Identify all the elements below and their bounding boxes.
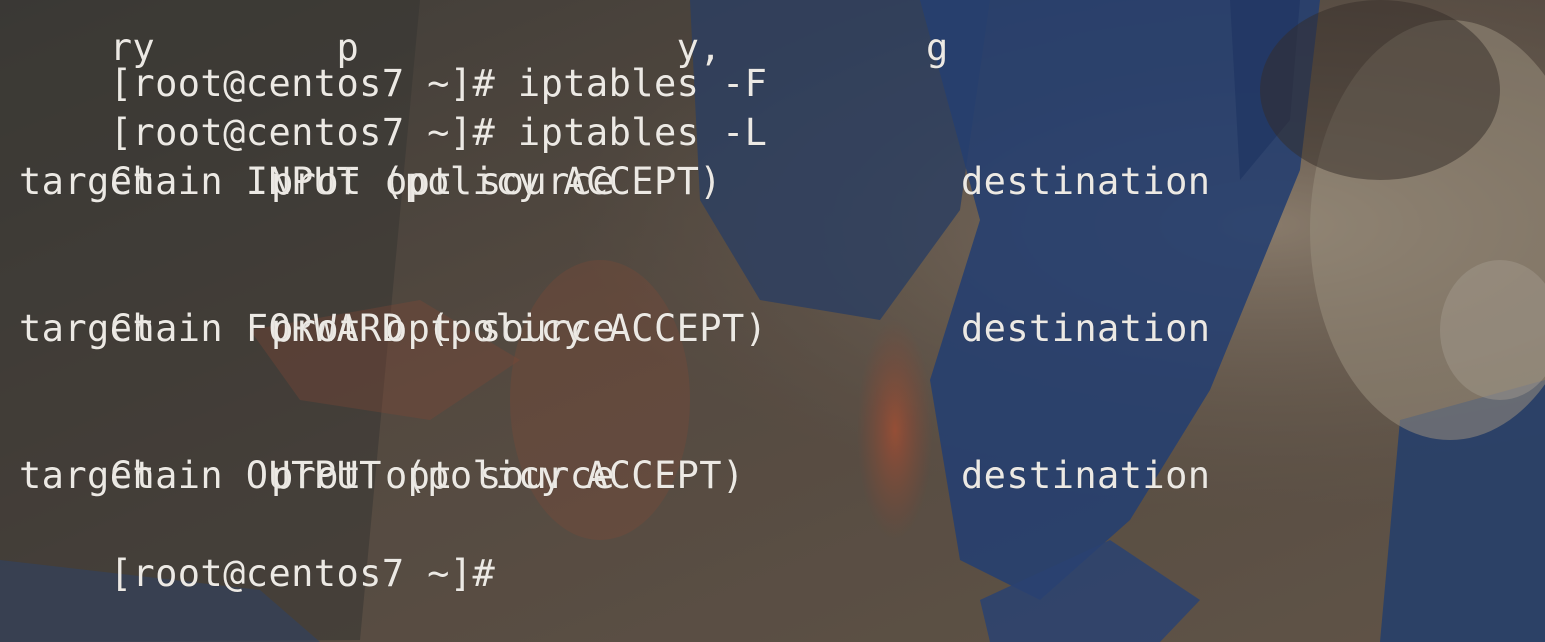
chain-columns-row: target prot opt source destination [19,157,1319,206]
terminal-command-line: [root@centos7 ~]# iptables -L [19,59,767,154]
column-target: target [19,160,156,203]
column-opt: opt [385,454,454,497]
chain-header-output: Chain OUTPUT (policy ACCEPT) [109,454,745,497]
column-source: source [479,454,616,497]
column-prot: prot [271,307,362,350]
column-source: source [479,160,616,203]
column-target: target [19,307,156,350]
chain-columns-row: target prot opt source destination [19,451,1319,500]
column-source: source [479,307,616,350]
prompt: [root@centos7 ~]# [109,552,496,595]
column-destination: destination [961,160,1211,203]
chain-header-forward: Chain FORWARD (policy ACCEPT) [109,307,768,350]
column-opt: opt [385,160,454,203]
column-target: target [19,454,156,497]
chain-header-input: Chain INPUT (policy ACCEPT) [109,160,722,203]
column-opt: opt [385,307,454,350]
column-prot: prot [271,454,362,497]
column-prot: prot [271,160,362,203]
chain-columns-row: target prot opt source destination [19,304,1319,353]
terminal-command-line: [root@centos7 ~]# iptables -F [19,10,767,105]
terminal-input-line[interactable]: [root@centos7 ~]# [19,500,495,595]
column-destination: destination [961,454,1211,497]
column-destination: destination [961,307,1211,350]
terminal-window[interactable]: ry p y, g [root@centos7 ~]# iptables -F … [0,0,1545,642]
